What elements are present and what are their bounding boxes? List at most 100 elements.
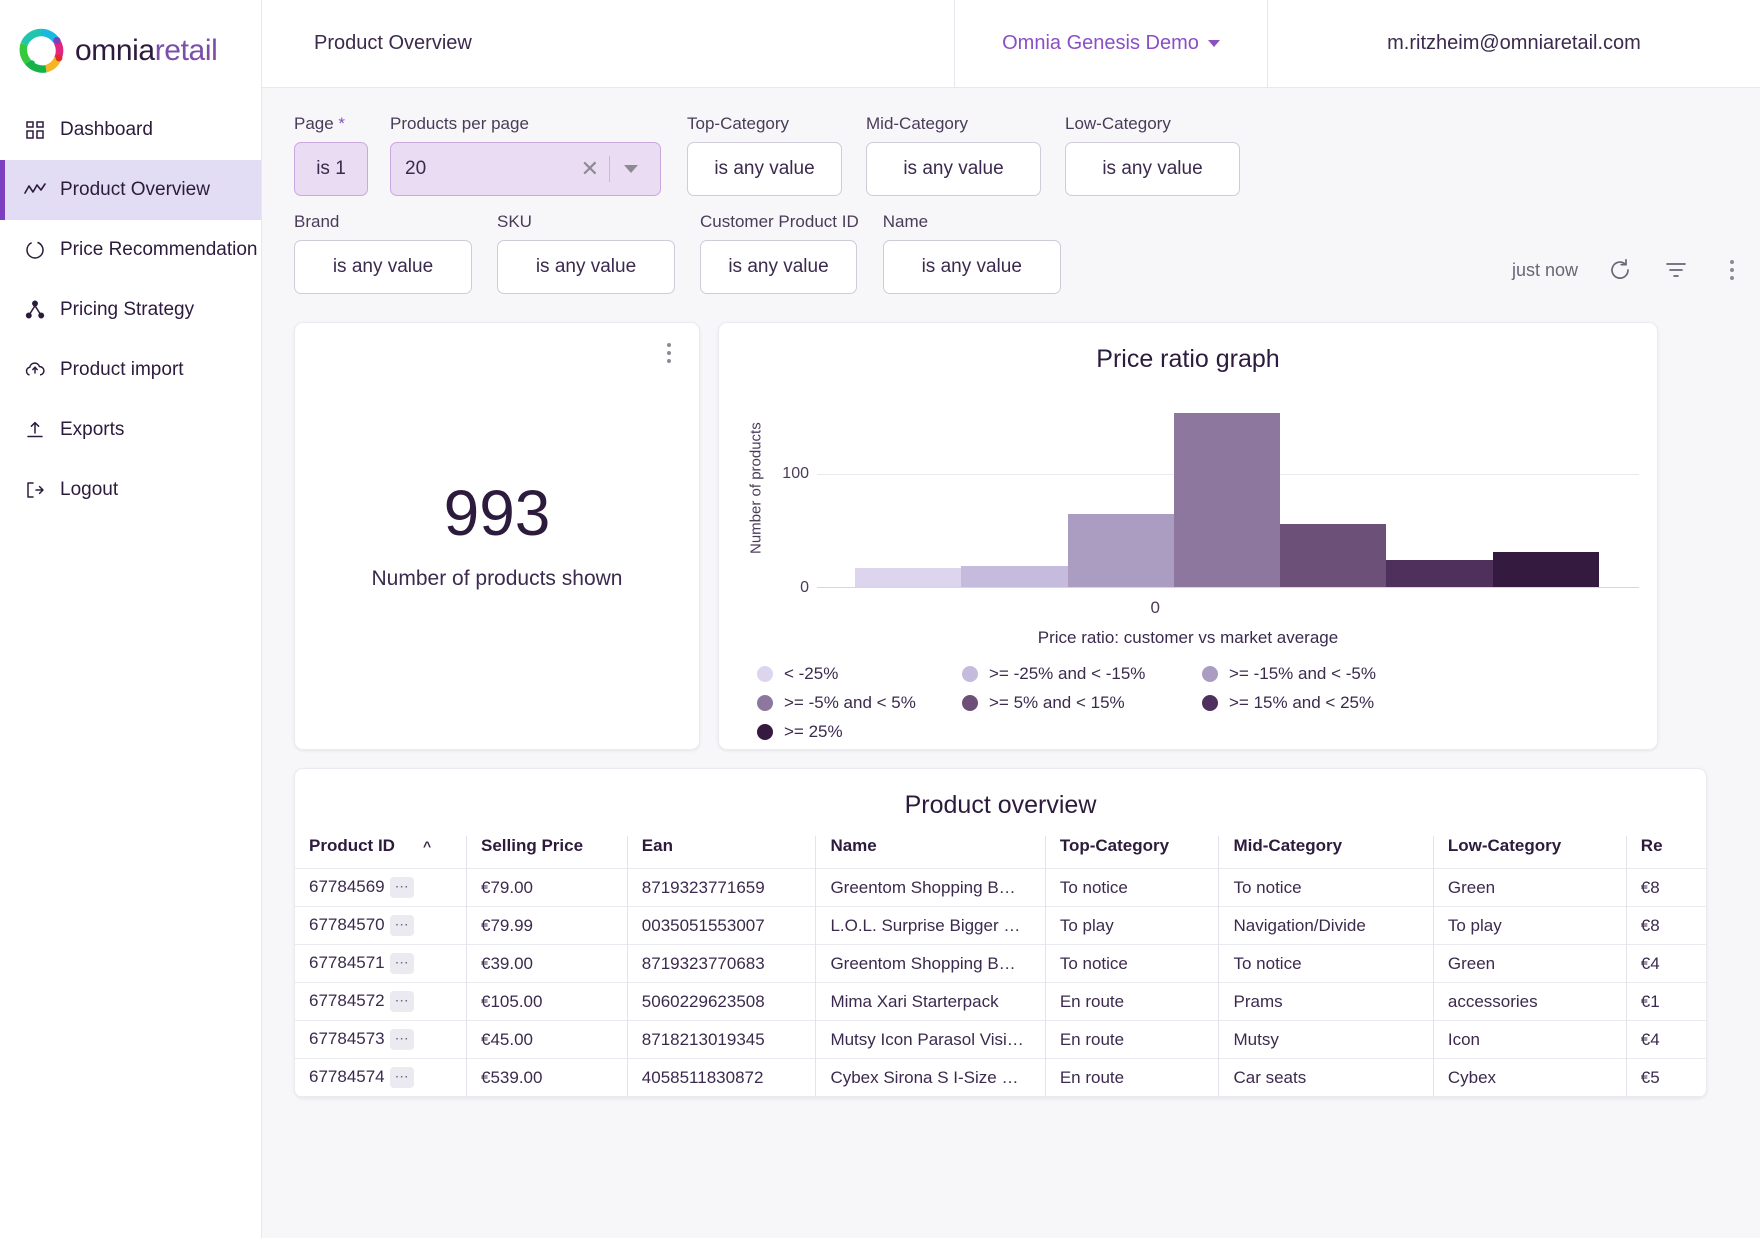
cell-top-category: To notice [1045, 944, 1220, 983]
filter-products-per-page-dropdown[interactable]: 20 ✕ [390, 142, 661, 196]
main-content: Product Overview Omnia Genesis Demo m.ri… [262, 0, 1760, 1238]
clear-icon[interactable]: ✕ [571, 158, 609, 180]
chevron-down-icon[interactable] [624, 165, 638, 173]
cell-low-category: Cybex [1433, 1058, 1627, 1097]
product-table: Product ID ^ Selling Price Ean Name Top-C… [295, 836, 1706, 1097]
cell-selling-price: €105.00 [466, 982, 628, 1021]
filter-name-value[interactable]: is any value [882, 240, 1061, 294]
chart-bar[interactable] [1173, 413, 1281, 587]
cell-top-category: To notice [1045, 1096, 1220, 1097]
sidebar-item-product-import[interactable]: Product import [0, 340, 261, 400]
cell-selling-price: €539.00 [466, 1058, 628, 1097]
filter-icon[interactable] [1662, 256, 1690, 284]
cell-name: Mima Xari Starterpack [815, 982, 1046, 1021]
column-header-product-id[interactable]: Product ID ^ [295, 836, 467, 869]
row-actions-icon[interactable]: ⋯ [389, 991, 414, 1013]
cell-product-id[interactable]: 67784571 ⋯ [295, 944, 467, 983]
row-actions-icon[interactable]: ⋯ [389, 1029, 414, 1051]
table-header-row: Product ID ^ Selling Price Ean Name Top-C… [295, 836, 1706, 869]
legend-item[interactable]: >= 25% [757, 722, 962, 742]
cell-mid-category: Prams [1218, 982, 1434, 1021]
sidebar-item-label: Logout [60, 479, 119, 500]
table-row[interactable]: 67784569 ⋯ €79.00 8719323771659 Greentom Sho… [295, 867, 1706, 907]
chart-bar[interactable] [855, 567, 962, 587]
sidebar-item-label: Product import [60, 359, 184, 380]
sort-asc-icon: ^ [422, 838, 432, 854]
chart-bar[interactable] [961, 566, 1068, 587]
table-row[interactable]: 67784570 ⋯ €79.99 0035051553007 L.O.L. Surpr… [295, 906, 1706, 945]
filter-top-category-value[interactable]: is any value [687, 142, 842, 196]
cell-low-category: accessories [1433, 982, 1627, 1021]
product-id-value: 67784573 [309, 1029, 385, 1049]
chart-bar[interactable] [1492, 551, 1599, 587]
cell-product-id[interactable]: 67784575⋯ [295, 1096, 467, 1097]
filter-sku-value[interactable]: is any value [497, 240, 675, 294]
table-row[interactable]: 67784573 ⋯ €45.00 8718213019345 Mutsy Icon P… [295, 1020, 1706, 1059]
sidebar-item-price-recommendation[interactable]: Price Recommendation [0, 220, 261, 280]
filter-customer-product-id-value[interactable]: is any value [700, 240, 857, 294]
table-row[interactable]: 67784575⋯€59.958719874461849Kidsdepot Ma… [295, 1096, 1706, 1097]
cell-low-category: Green [1433, 867, 1627, 907]
tenant-selector[interactable]: Omnia Genesis Demo [955, 0, 1268, 87]
kpi-card: 993 Number of products shown [294, 322, 700, 750]
legend-item[interactable]: >= -5% and < 5% [757, 693, 962, 713]
filter-low-category-value[interactable]: is any value [1065, 142, 1240, 196]
row-actions-icon[interactable]: ⋯ [389, 1067, 414, 1089]
cell-product-id[interactable]: 67784574 ⋯ [295, 1058, 467, 1097]
refresh-icon[interactable] [1606, 256, 1634, 284]
table-row[interactable]: 67784571 ⋯ €39.00 8719323770683 Greentom Sho… [295, 944, 1706, 983]
cell-selling-price: €39.00 [466, 944, 628, 983]
chart-x-axis-label: Price ratio: customer vs market average [1037, 628, 1339, 647]
column-header-low-category[interactable]: Low-Category [1433, 836, 1627, 869]
refresh-status: just now [1511, 259, 1578, 280]
sidebar-item-pricing-strategy[interactable]: Pricing Strategy [0, 280, 261, 340]
table-row[interactable]: 67784574 ⋯ €539.00 4058511830872 Cybex Siron… [295, 1058, 1706, 1097]
cell-product-id[interactable]: 67784572 ⋯ [295, 982, 467, 1021]
table-body: 67784569 ⋯ €79.00 8719323771659 Greentom Sho… [295, 867, 1706, 1097]
legend-item[interactable]: >= 15% and < 25% [1202, 693, 1637, 713]
filter-mid-category-value[interactable]: is any value [866, 142, 1041, 196]
chart-bar[interactable] [1280, 524, 1387, 587]
legend-item[interactable]: >= -25% and < -15% [962, 664, 1202, 684]
kebab-menu-icon[interactable] [1718, 256, 1746, 284]
legend-item[interactable]: < -25% [757, 664, 962, 684]
column-header-ean[interactable]: Ean [627, 836, 817, 869]
column-header-mid-category[interactable]: Mid-Category [1218, 836, 1434, 869]
cell-mid-category: To notice [1218, 944, 1434, 983]
column-label: Product ID [309, 836, 395, 855]
legend-item[interactable]: >= -15% and < -5% [1202, 664, 1637, 684]
sidebar-item-product-overview[interactable]: Product Overview [0, 160, 261, 220]
column-header-name[interactable]: Name [815, 836, 1046, 869]
chart-plot-area: Number of products 0 100 0 [719, 388, 1657, 618]
row-actions-icon[interactable]: ⋯ [389, 877, 414, 899]
filter-label: SKU [497, 212, 532, 231]
row-actions-icon[interactable]: ⋯ [389, 915, 414, 937]
filter-label: Name [882, 212, 929, 231]
kpi-card-menu-icon[interactable] [667, 343, 671, 363]
cell-product-id[interactable]: 67784573 ⋯ [295, 1020, 467, 1059]
chart-bar[interactable] [1386, 559, 1493, 587]
cell-product-id[interactable]: 67784569 ⋯ [295, 867, 467, 907]
filter-brand: Brand is any value [294, 212, 472, 294]
kpi-value: 993 [443, 477, 551, 549]
cell-product-id[interactable]: 67784570 ⋯ [295, 906, 467, 945]
row-actions-icon[interactable]: ⋯ [389, 953, 414, 975]
filter-brand-value[interactable]: is any value [294, 240, 472, 294]
filter-page-value[interactable]: is 1 [294, 142, 368, 196]
brand-logo[interactable]: omniaretail [0, 0, 261, 88]
user-email[interactable]: m.ritzheim@omniaretail.com [1268, 0, 1760, 87]
filter-row-1: Page * is 1 Products per page 20 ✕ Top-C… [294, 114, 1760, 196]
table-row[interactable]: 67784572 ⋯ €105.00 5060229623508 Mima Xari S… [295, 982, 1706, 1021]
cell-recommended-price: €6 [1626, 1096, 1706, 1097]
legend-item[interactable]: >= 5% and < 15% [962, 693, 1202, 713]
chart-bar[interactable] [1067, 513, 1174, 587]
column-header-recommended-price[interactable]: Re [1626, 836, 1706, 869]
column-header-top-category[interactable]: Top-Category [1045, 836, 1220, 869]
cell-name: L.O.L. Surprise Bigger … [815, 906, 1046, 945]
sidebar-item-exports[interactable]: Exports [0, 400, 261, 460]
sidebar-item-dashboard[interactable]: Dashboard [0, 100, 261, 160]
sidebar-item-logout[interactable]: Logout [0, 460, 261, 520]
column-header-selling-price[interactable]: Selling Price [466, 836, 628, 869]
omnia-ring-logo-icon [18, 28, 64, 74]
cell-low-category: Kids depot [1433, 1096, 1627, 1097]
